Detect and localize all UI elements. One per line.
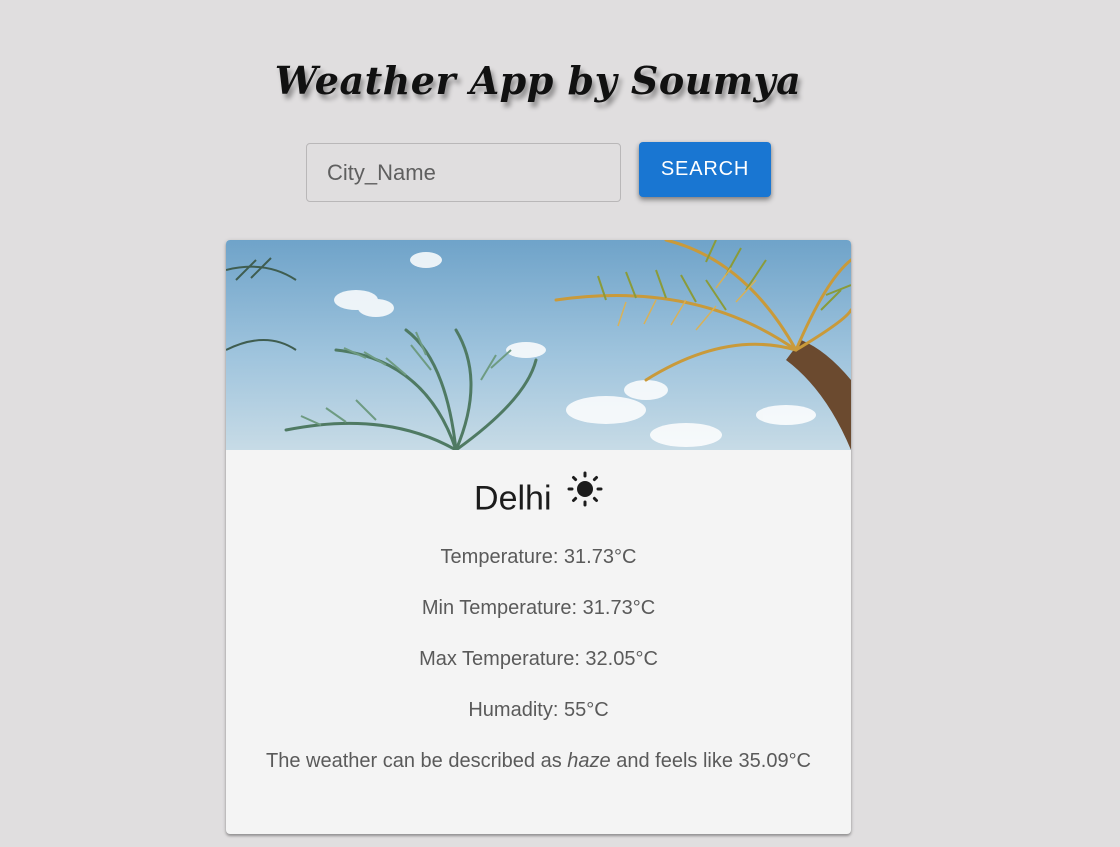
- search-bar: SEARCH: [306, 142, 776, 202]
- card-banner-image: [226, 240, 851, 450]
- humidity-text: Humadity: 55°C: [468, 699, 609, 721]
- sun-icon: [567, 471, 603, 516]
- search-button[interactable]: SEARCH: [639, 142, 771, 197]
- palm-trees-illustration: [226, 240, 851, 450]
- min-temperature-text: Min Temperature: 31.73°C: [421, 597, 656, 619]
- max-temperature-text: Max Temperature: 32.05°C: [419, 648, 658, 670]
- card-content: Delhi Temperature: 31.73°C Min Temperatu…: [226, 450, 851, 772]
- weather-description: The weather can be described as haze and…: [226, 749, 851, 773]
- description-prefix: The weather can be described as: [265, 750, 562, 772]
- description-suffix: and feels like 35.09°C: [616, 750, 812, 772]
- weather-card: Delhi Temperature: 31.73°C Min Temperatu…: [226, 240, 851, 834]
- city-heading: Delhi: [226, 471, 851, 518]
- description-value: haze: [567, 750, 611, 772]
- city-search-input[interactable]: [306, 143, 621, 202]
- temperature-text: Temperature: 31.73°C: [440, 546, 637, 568]
- city-name: Delhi: [474, 479, 552, 518]
- app-title: Weather App by Soumya: [274, 58, 802, 103]
